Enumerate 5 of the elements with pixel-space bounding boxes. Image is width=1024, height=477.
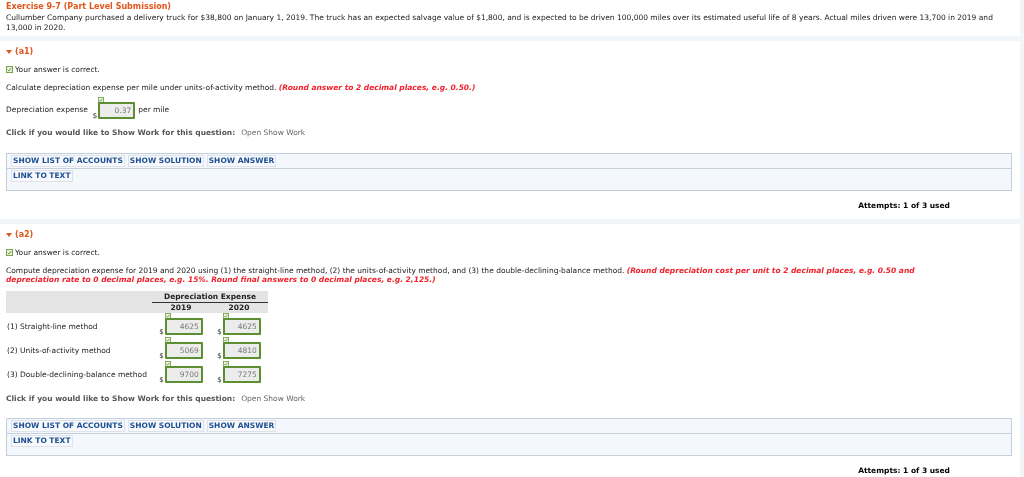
part-label[interactable]: (a1): [15, 46, 34, 58]
collapse-triangle-icon[interactable]: [6, 231, 12, 238]
collapse-triangle-icon[interactable]: [6, 49, 12, 55]
exercise-title: Exercise 9-7 (Part Level Submission): [6, 1, 172, 12]
part-label[interactable]: (a2): [15, 228, 34, 241]
